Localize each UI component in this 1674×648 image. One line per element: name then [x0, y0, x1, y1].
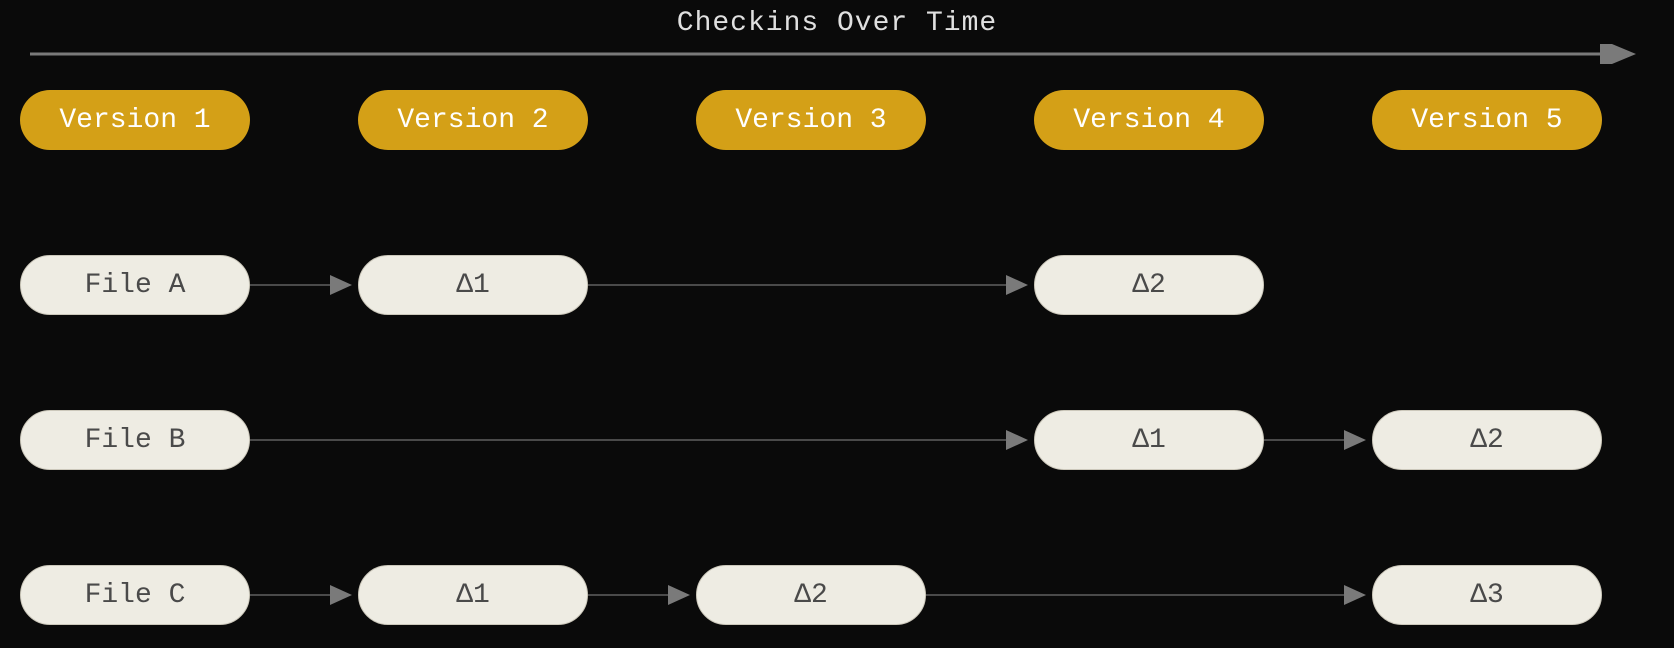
connector-layer [0, 0, 1674, 648]
